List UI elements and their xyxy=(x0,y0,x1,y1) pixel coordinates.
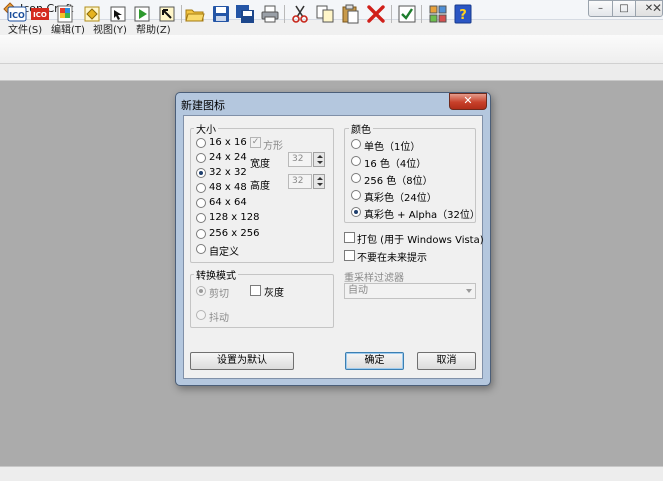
color-option-label: 真彩色 + Alpha（32位） xyxy=(364,210,480,221)
cancel-button[interactable]: 取消 xyxy=(417,352,476,370)
toolbar xyxy=(0,35,663,64)
crop-label: 剪切 xyxy=(209,289,229,300)
color-radio-256[interactable] xyxy=(351,173,361,183)
height-label: 高度 xyxy=(250,181,270,192)
run-icon[interactable] xyxy=(132,4,152,24)
color-option-label: 256 色（8位） xyxy=(364,176,433,187)
size-option-label: 48 x 48 xyxy=(209,182,247,193)
check-icon[interactable] xyxy=(397,4,417,24)
width-input[interactable]: 32 xyxy=(288,152,312,167)
document-tab-strip xyxy=(0,64,663,81)
convert-mode-label: 转换模式 xyxy=(194,267,238,282)
help-icon[interactable]: ? xyxy=(453,4,473,24)
size-radio-256[interactable] xyxy=(196,229,206,239)
size-option-label: 32 x 32 xyxy=(209,167,247,178)
size-option-label: 24 x 24 xyxy=(209,152,247,163)
dialog-close-button[interactable]: ✕ xyxy=(449,93,487,110)
delete-icon[interactable] xyxy=(366,4,386,24)
size-option-label: 128 x 128 xyxy=(209,212,260,223)
toolbar-separator xyxy=(391,5,392,23)
size-option-label: 256 x 256 xyxy=(209,228,260,239)
width-spinner[interactable] xyxy=(313,152,325,167)
print-icon[interactable] xyxy=(260,4,280,24)
size-group-label: 大小 xyxy=(194,121,218,136)
pack-vista-checkbox[interactable] xyxy=(344,232,355,243)
grid-icon[interactable] xyxy=(428,4,448,24)
paste-icon[interactable] xyxy=(340,4,360,24)
size-radio-16[interactable] xyxy=(196,138,206,148)
color-radio-mono[interactable] xyxy=(351,139,361,149)
size-option-label: 自定义 xyxy=(209,247,239,258)
maximize-button[interactable]: □ xyxy=(612,0,636,17)
grayscale-label: 灰度 xyxy=(264,288,284,299)
size-radio-48[interactable] xyxy=(196,183,206,193)
palette-icon[interactable] xyxy=(55,4,75,24)
save-all-icon[interactable] xyxy=(235,4,255,24)
height-spinner[interactable] xyxy=(313,174,325,189)
ico-red-icon[interactable]: ICO xyxy=(30,4,50,24)
dialog-title: 新建图标 xyxy=(181,99,225,112)
open-folder-icon[interactable] xyxy=(185,4,205,24)
no-prompt-checkbox[interactable] xyxy=(344,250,355,261)
select-icon[interactable] xyxy=(108,4,128,24)
width-label: 宽度 xyxy=(250,159,270,170)
status-bar xyxy=(0,466,663,481)
resample-filter-label: 重采样过滤器 xyxy=(344,273,404,284)
crop-radio[interactable] xyxy=(196,286,206,296)
toolbar-separator xyxy=(421,5,422,23)
minimize-button[interactable]: – xyxy=(588,0,613,17)
size-option-label: 16 x 16 xyxy=(209,137,247,148)
dither-radio[interactable] xyxy=(196,310,206,320)
size-radio-128[interactable] xyxy=(196,213,206,223)
svg-text:ICO: ICO xyxy=(33,11,47,19)
size-radio-32[interactable] xyxy=(196,168,206,178)
size-radio-64[interactable] xyxy=(196,198,206,208)
dither-label: 抖动 xyxy=(209,313,229,324)
size-radio-24[interactable] xyxy=(196,153,206,163)
svg-text:?: ? xyxy=(459,8,467,23)
ico-format-icon[interactable]: ICO xyxy=(7,4,27,24)
svg-text:ICO: ICO xyxy=(9,11,25,20)
copy-icon[interactable] xyxy=(315,4,335,24)
square-label: 方形 xyxy=(263,141,283,152)
size-radio-custom[interactable] xyxy=(196,244,206,254)
color-radio-16[interactable] xyxy=(351,156,361,166)
square-checkbox[interactable]: ✓ xyxy=(250,137,261,148)
size-option-label: 64 x 64 xyxy=(209,197,247,208)
toolbar-separator xyxy=(284,5,285,23)
import-icon[interactable] xyxy=(82,4,102,24)
export-arrow-icon[interactable] xyxy=(157,4,177,24)
set-default-button[interactable]: 设置为默认 xyxy=(190,352,294,370)
resample-filter-select[interactable]: 自动 xyxy=(344,283,476,299)
pack-vista-label: 打包 (用于 Windows Vista) xyxy=(357,235,484,246)
color-option-label: 16 色（4位） xyxy=(364,159,427,170)
no-prompt-label: 不要在未来提示 xyxy=(357,253,427,264)
toolbar-separator xyxy=(181,5,182,23)
color-option-label: 真彩色（24位） xyxy=(364,193,437,204)
document-close-button[interactable]: ✕ xyxy=(651,0,663,16)
color-radio-24bit[interactable] xyxy=(351,190,361,200)
color-radio-32bit-alpha[interactable] xyxy=(351,207,361,217)
grayscale-checkbox[interactable] xyxy=(250,285,261,296)
chevron-down-icon xyxy=(466,289,472,293)
height-input[interactable]: 32 xyxy=(288,174,312,189)
save-icon[interactable] xyxy=(211,4,231,24)
color-option-label: 单色（1位） xyxy=(364,142,421,153)
color-group-label: 颜色 xyxy=(349,121,373,136)
cut-icon[interactable] xyxy=(290,4,310,24)
ok-button[interactable]: 确定 xyxy=(345,352,404,370)
